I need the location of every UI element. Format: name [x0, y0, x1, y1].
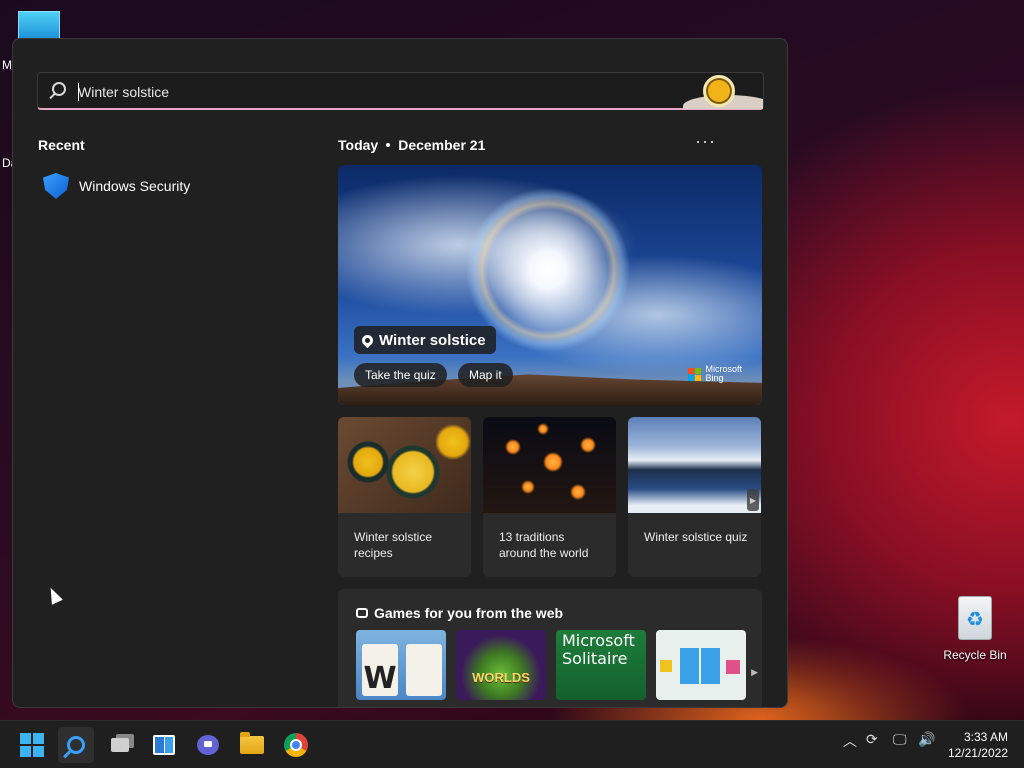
lanterns-image: [483, 417, 616, 513]
more-options-icon[interactable]: ···: [695, 131, 716, 152]
hero-card-winter-solstice[interactable]: Winter solstice Take the quiz Map it Mic…: [338, 165, 762, 405]
widgets-icon[interactable]: [146, 727, 182, 763]
card-caption: Winter solstice recipes: [354, 530, 433, 560]
take-quiz-button[interactable]: Take the quiz: [354, 363, 447, 387]
today-label: Today: [338, 137, 379, 153]
hero-title-pill[interactable]: Winter solstice: [354, 326, 496, 354]
game-tile-words[interactable]: W: [356, 630, 446, 700]
games-next-icon[interactable]: ▶: [751, 667, 758, 678]
location-pin-icon: [359, 332, 376, 348]
card-caption: 13 traditions around the world: [499, 530, 589, 560]
search-icon[interactable]: [58, 727, 94, 763]
gamepad-icon: [356, 608, 368, 618]
puzzle-blocks: [680, 648, 720, 684]
desktop-icon-top[interactable]: [18, 11, 60, 41]
recycle-bin[interactable]: Recycle Bin: [940, 596, 1010, 664]
clock-time: 3:33 AM: [963, 730, 1008, 744]
shield-icon: [43, 173, 69, 199]
card-caption: Winter solstice quiz: [644, 530, 748, 544]
sync-icon[interactable]: ⟳: [866, 731, 878, 748]
worlds-logo-text: WORLDS: [472, 670, 530, 685]
brand-line-2: Bing: [705, 373, 724, 383]
search-box[interactable]: [37, 72, 764, 110]
games-section: Games for you from the web W WORLDS Micr…: [338, 589, 762, 707]
recent-item-label: Windows Security: [79, 178, 191, 194]
clock[interactable]: 3:33 AM 12/21/2022: [948, 729, 1008, 761]
today-date: December 21: [398, 137, 486, 153]
game-tile-block-puzzle[interactable]: [656, 630, 746, 700]
clock-date: 12/21/2022: [947, 746, 1008, 760]
search-icon: [52, 82, 66, 96]
winter-solstice-sun-icon[interactable]: [683, 73, 763, 109]
card-winter-solstice-quiz[interactable]: ▶ Winter solstice quiz: [628, 417, 761, 577]
microsoft-logo-icon: [688, 367, 702, 381]
recycle-bin-label: Recycle Bin: [943, 648, 1007, 662]
recipes-image: [338, 417, 471, 513]
text-cursor: [78, 83, 79, 101]
taskbar: ︿ ⟳ 🖵 🔊 3:33 AM 12/21/2022: [0, 720, 1024, 768]
separator-dot: [386, 143, 391, 147]
card-13-traditions[interactable]: 13 traditions around the world: [483, 417, 616, 577]
recent-heading: Recent: [38, 137, 85, 153]
teams-chat-icon[interactable]: [190, 727, 226, 763]
puzzle-block: [660, 660, 672, 672]
windows-start-icon[interactable]: [14, 727, 50, 763]
game-tile-worlds[interactable]: WORLDS: [456, 630, 546, 700]
solitaire-title: Microsoft Solitaire: [562, 631, 635, 668]
search-input[interactable]: [78, 81, 678, 103]
card-winter-solstice-recipes[interactable]: Winter solstice recipes: [338, 417, 471, 577]
file-explorer-icon[interactable]: [234, 727, 270, 763]
network-icon[interactable]: 🖵: [893, 731, 907, 748]
games-heading-text: Games for you from the web: [374, 605, 564, 621]
show-hidden-icons-chevron-icon[interactable]: ︿: [843, 731, 857, 751]
carousel-next-icon[interactable]: ▶: [747, 489, 759, 511]
search-panel: Recent Windows Security Today December 2…: [12, 38, 788, 708]
today-header: Today December 21: [338, 137, 485, 153]
chrome-icon[interactable]: [278, 727, 314, 763]
recycle-bin-icon: [958, 596, 992, 640]
hero-title: Winter solstice: [379, 331, 486, 349]
puzzle-block: [726, 660, 740, 674]
volume-icon[interactable]: 🔊: [918, 731, 935, 748]
games-heading: Games for you from the web: [356, 605, 563, 621]
letter-tile: W: [362, 644, 398, 696]
map-it-button[interactable]: Map it: [458, 363, 513, 387]
letter-tile-blank: [406, 644, 442, 696]
desktop-label-fragment: M: [2, 58, 12, 72]
game-tile-solitaire[interactable]: Microsoft Solitaire: [556, 630, 646, 700]
task-view-icon[interactable]: [102, 727, 138, 763]
recent-item-windows-security[interactable]: Windows Security: [43, 171, 190, 201]
snowy-lake-image: [628, 417, 761, 513]
microsoft-bing-logo: Microsoft Bing: [688, 365, 742, 383]
